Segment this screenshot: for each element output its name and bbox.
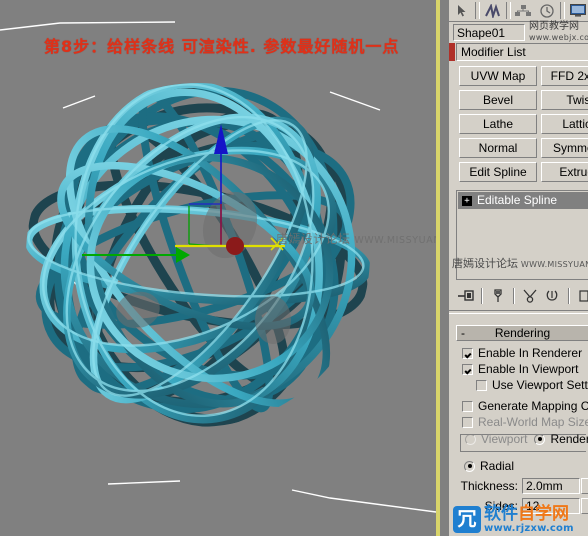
toolbar-separator bbox=[513, 288, 515, 304]
enable-in-viewport-label: Enable In Viewport bbox=[478, 362, 579, 376]
tutorial-step-title: 第8步：给样条线 可渲染性. 参数最好随机一点 bbox=[44, 37, 400, 56]
renderer-radio[interactable] bbox=[534, 433, 546, 445]
viewport-watermark: 唐嫣设计论坛 WWW.MISSYUAN.COM bbox=[276, 230, 440, 247]
make-unique-icon[interactable] bbox=[519, 286, 540, 306]
modify-icon[interactable] bbox=[481, 0, 504, 21]
app-root: 第8步：给样条线 可渲染性. 参数最好随机一点 唐嫣设计论坛 WWW.MISSY… bbox=[0, 0, 588, 536]
radial-label: Radial bbox=[480, 459, 515, 473]
webjx-cn: 网页教学网 bbox=[529, 21, 579, 32]
toolbar-separator bbox=[567, 288, 569, 304]
logo-cn-orange: 自学网 bbox=[518, 504, 569, 524]
toolbar-separator bbox=[560, 2, 566, 19]
modifier-button-uvw-map[interactable]: UVW Map bbox=[459, 66, 537, 86]
show-end-result-icon[interactable] bbox=[487, 286, 508, 306]
thickness-field[interactable]: 2.0mm bbox=[522, 478, 580, 494]
modifier-stack[interactable]: + Editable Spline 唐嫣设计论坛 WWW.MISSYUAN.CO… bbox=[452, 190, 588, 280]
real-world-map-size-row: Real-World Map Size bbox=[462, 414, 588, 430]
modifier-stack-item-editable-spline[interactable]: + Editable Spline bbox=[458, 192, 588, 209]
modifier-button-set[interactable]: UVW Map FFD 2x2x2 Bevel Twist Lathe Latt… bbox=[449, 66, 588, 186]
rendering-rollout[interactable]: - Rendering Enable In Renderer Enable In… bbox=[456, 325, 588, 514]
missyuan-cn: 唐嫣设计论坛 bbox=[452, 257, 518, 270]
real-world-map-size-label: Real-World Map Size bbox=[478, 415, 588, 429]
modifier-button-symmetry[interactable]: Symmetry bbox=[541, 138, 588, 158]
object-name-row[interactable]: Shape01 网页教学网 www.webjx.com bbox=[449, 22, 588, 44]
use-viewport-settings-label: Use Viewport Settings bbox=[492, 378, 588, 392]
gizmo-y-arrow-group bbox=[82, 247, 190, 263]
modifier-stack-body: 唐嫣设计论坛 WWW.MISSYUAN.COM bbox=[452, 209, 588, 279]
enable-in-renderer-label: Enable In Renderer bbox=[478, 346, 583, 360]
toolbar-separator bbox=[505, 2, 511, 19]
enable-in-renderer-row[interactable]: Enable In Renderer bbox=[462, 345, 588, 361]
generate-mapping-coords-row[interactable]: Generate Mapping Coords. bbox=[462, 398, 588, 414]
collapse-icon[interactable]: - bbox=[461, 326, 465, 340]
panel-divider bbox=[449, 310, 588, 314]
toolbar-separator bbox=[481, 288, 483, 304]
thickness-label: Thickness: bbox=[460, 479, 518, 493]
gizmo-y-arrow bbox=[176, 247, 190, 263]
radial-radio[interactable] bbox=[464, 460, 475, 472]
modifier-list-row[interactable]: Modifier List bbox=[449, 42, 588, 62]
logo-text-group: 软件自学网 www.rjzxw.com bbox=[484, 505, 574, 534]
modifier-button-extrude[interactable]: Extrude bbox=[541, 162, 588, 182]
command-panel-tabs[interactable] bbox=[449, 0, 588, 22]
modifier-button-twist[interactable]: Twist bbox=[541, 90, 588, 110]
missyuan-url: WWW.MISSYUAN.COM bbox=[520, 260, 588, 269]
modifier-list-marker bbox=[449, 43, 455, 61]
modifier-button-edit-spline[interactable]: Edit Spline bbox=[459, 162, 537, 182]
site-watermark-missyuan: 唐嫣设计论坛 WWW.MISSYUAN.COM bbox=[452, 255, 588, 271]
watermark-url: WWW.MISSYUAN.COM bbox=[354, 235, 440, 246]
rendering-rollout-header[interactable]: - Rendering bbox=[456, 325, 588, 341]
logo-mark-icon: 冗 bbox=[453, 506, 481, 533]
generate-mapping-coords-checkbox[interactable] bbox=[462, 400, 473, 412]
viewport-perspective[interactable]: 第8步：给样条线 可渲染性. 参数最好随机一点 唐嫣设计论坛 WWW.MISSY… bbox=[0, 0, 440, 536]
display-icon[interactable] bbox=[567, 0, 588, 21]
pin-stack-icon[interactable] bbox=[455, 286, 476, 306]
site-logo-rjzxw: 冗 软件自学网 www.rjzxw.com bbox=[453, 503, 588, 536]
viewport-radio[interactable] bbox=[465, 433, 476, 445]
modifier-button-ffd[interactable]: FFD 2x2x2 bbox=[541, 66, 588, 86]
generate-mapping-coords-label: Generate Mapping Coords. bbox=[478, 399, 588, 413]
spline-sphere-object[interactable] bbox=[18, 70, 378, 440]
object-name-field[interactable]: Shape01 bbox=[453, 24, 525, 41]
viewport-panel-gap bbox=[440, 0, 448, 536]
real-world-map-size-checkbox bbox=[462, 416, 473, 428]
expand-icon[interactable]: + bbox=[462, 195, 472, 206]
motion-icon[interactable] bbox=[536, 0, 559, 21]
logo-cn-blue: 软件 bbox=[484, 504, 518, 524]
hierarchy-icon[interactable] bbox=[512, 0, 535, 21]
command-panel[interactable]: Shape01 网页教学网 www.webjx.com Modifier Lis… bbox=[448, 0, 588, 536]
thickness-spinner[interactable] bbox=[581, 478, 588, 494]
rendering-rollout-title: Rendering bbox=[494, 326, 551, 340]
enable-in-viewport-checkbox[interactable] bbox=[462, 363, 473, 375]
modifier-stack-item-label: Editable Spline bbox=[477, 193, 558, 207]
configure-sets-icon[interactable] bbox=[574, 286, 588, 306]
logo-url-text: www.rjzxw.com bbox=[484, 523, 574, 534]
arrow-select-icon[interactable] bbox=[451, 0, 473, 21]
modifier-button-normal[interactable]: Normal bbox=[459, 138, 537, 158]
site-watermark-webjx: 网页教学网 www.webjx.com bbox=[529, 22, 588, 43]
modifier-stack-toolbar[interactable] bbox=[455, 285, 588, 307]
viewport-radio-label: Viewport bbox=[481, 432, 528, 446]
spline-sphere-svg bbox=[26, 83, 370, 427]
toolbar-separator bbox=[474, 2, 480, 19]
modifier-button-lathe[interactable]: Lathe bbox=[459, 114, 537, 134]
viewport-renderer-radio-group[interactable]: Viewport Renderer bbox=[460, 432, 588, 452]
use-viewport-settings-checkbox[interactable] bbox=[476, 379, 487, 391]
remove-modifier-icon[interactable] bbox=[542, 286, 563, 306]
modifier-button-bevel[interactable]: Bevel bbox=[459, 90, 537, 110]
enable-in-renderer-checkbox[interactable] bbox=[462, 347, 473, 359]
thickness-row[interactable]: Thickness: 2.0mm bbox=[460, 478, 588, 494]
modifier-list-dropdown[interactable]: Modifier List bbox=[456, 43, 588, 61]
radial-row[interactable]: Radial bbox=[464, 458, 588, 474]
watermark-cn: 唐嫣设计论坛 bbox=[276, 232, 351, 246]
logo-cn-text: 软件自学网 bbox=[484, 505, 574, 523]
renderer-radio-label: Renderer bbox=[550, 432, 588, 446]
modifier-button-lattice[interactable]: Lattice bbox=[541, 114, 588, 134]
enable-in-viewport-row[interactable]: Enable In Viewport bbox=[462, 361, 588, 377]
use-viewport-settings-row[interactable]: Use Viewport Settings bbox=[462, 377, 588, 393]
